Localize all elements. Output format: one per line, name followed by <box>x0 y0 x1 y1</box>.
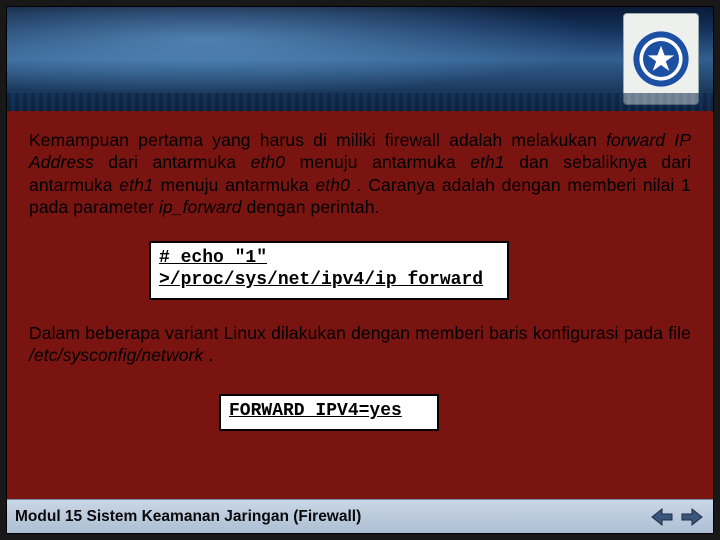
nav-arrows <box>649 506 705 528</box>
next-slide-button[interactable] <box>679 506 705 528</box>
paragraph-2: Dalam beberapa variant Linux dilakukan d… <box>29 322 691 367</box>
tut-wuri-logo-badge <box>623 13 699 105</box>
arrow-right-icon <box>680 507 704 527</box>
header-glow <box>7 7 713 111</box>
code-block-ipforward: # echo "1" >/proc/sys/net/ipv4/ip_forwar… <box>149 241 509 300</box>
paragraph-1: Kemampuan pertama yang harus di miliki f… <box>29 129 691 219</box>
arrow-left-icon <box>650 507 674 527</box>
prev-slide-button[interactable] <box>649 506 675 528</box>
slide-footer: Modul 15 Sistem Keamanan Jaringan (Firew… <box>7 499 713 533</box>
slide: Kemampuan pertama yang harus di miliki f… <box>6 6 714 534</box>
slide-body: Kemampuan pertama yang harus di miliki f… <box>7 111 713 431</box>
tut-wuri-logo-icon <box>631 29 691 89</box>
code-block-forwardipv4: FORWARD_IPV4=yes <box>219 394 439 431</box>
footer-title: Modul 15 Sistem Keamanan Jaringan (Firew… <box>15 508 361 526</box>
slide-header <box>7 7 713 111</box>
